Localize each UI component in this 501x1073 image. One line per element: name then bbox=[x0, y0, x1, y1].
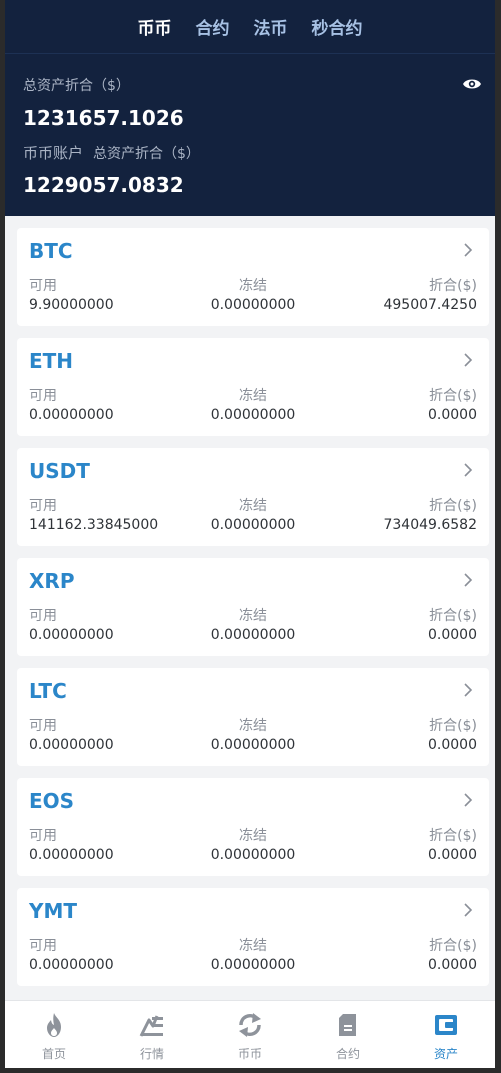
nav-item-exchange[interactable]: 币币 bbox=[201, 1001, 299, 1068]
converted-label: 折合($) bbox=[429, 388, 477, 404]
converted-label: 折合($) bbox=[429, 828, 477, 844]
converted-value: 734049.6582 bbox=[383, 517, 477, 533]
nav-item-contract[interactable]: 合约 bbox=[299, 1001, 397, 1068]
nav-item-assets[interactable]: 资产 bbox=[397, 1001, 495, 1068]
asset-card-ymt[interactable]: YMT 可用 冻结 折合($) 0.00000000 0.00000000 0.… bbox=[17, 888, 489, 986]
contract-icon bbox=[339, 1014, 356, 1036]
coin-name: LTC bbox=[29, 679, 67, 703]
chevron-right-icon bbox=[464, 573, 473, 587]
converted-label: 折合($) bbox=[429, 938, 477, 954]
coin-name: ETH bbox=[29, 349, 74, 373]
frozen-label: 冻结 bbox=[239, 608, 267, 624]
account-total-value: 1229057.0832 bbox=[23, 173, 184, 197]
frozen-value: 0.00000000 bbox=[210, 407, 296, 423]
chevron-right-icon bbox=[464, 243, 473, 257]
frozen-label: 冻结 bbox=[239, 388, 267, 404]
nav-label-market: 行情 bbox=[139, 1047, 164, 1061]
nav-item-market[interactable]: 行情 bbox=[103, 1001, 201, 1068]
wallet-icon bbox=[435, 1015, 457, 1035]
asset-card-eos[interactable]: EOS 可用 冻结 折合($) 0.00000000 0.00000000 0.… bbox=[17, 778, 489, 876]
converted-value: 0.0000 bbox=[428, 627, 477, 643]
tab-fiat[interactable]: 法币 bbox=[254, 14, 288, 39]
tab-spot[interactable]: 币币 bbox=[138, 14, 172, 39]
asset-card-btc[interactable]: BTC 可用 冻结 折合($) 9.90000000 0.00000000 49… bbox=[17, 228, 489, 326]
nav-label-contract: 合约 bbox=[335, 1047, 360, 1061]
chevron-right-icon bbox=[464, 463, 473, 477]
fire-icon bbox=[47, 1013, 61, 1037]
bottom-nav: 首页 行情 币币 合约 资产 bbox=[5, 1000, 495, 1068]
chevron-right-icon bbox=[464, 903, 473, 917]
account-total-label: 总资产折合（$） bbox=[93, 146, 200, 162]
converted-value: 0.0000 bbox=[428, 957, 477, 973]
converted-label: 折合($) bbox=[429, 718, 477, 734]
converted-value: 0.0000 bbox=[428, 737, 477, 753]
eye-icon[interactable] bbox=[462, 76, 482, 92]
tab-contract[interactable]: 合约 bbox=[196, 14, 230, 39]
assets-header: 币币 合约 法币 秒合约 总资产折合（$） 1231657.1026 币币账户 … bbox=[5, 0, 495, 216]
frozen-value: 0.00000000 bbox=[210, 957, 296, 973]
coin-name: EOS bbox=[29, 789, 75, 813]
frozen-value: 0.00000000 bbox=[210, 847, 296, 863]
chevron-right-icon bbox=[464, 793, 473, 807]
converted-value: 495007.4250 bbox=[383, 297, 477, 313]
app-screen: 币币 合约 法币 秒合约 总资产折合（$） 1231657.1026 币币账户 … bbox=[5, 0, 495, 1068]
chevron-right-icon bbox=[464, 353, 473, 367]
nav-label-home: 首页 bbox=[41, 1047, 66, 1061]
tab-seconds-contract[interactable]: 秒合约 bbox=[312, 14, 363, 39]
coin-name: USDT bbox=[29, 459, 90, 483]
converted-value: 0.0000 bbox=[428, 407, 477, 423]
account-name: 币币账户 bbox=[23, 144, 84, 162]
top-tabs: 币币 合约 法币 秒合约 bbox=[5, 0, 495, 54]
total-assets-value: 1231657.1026 bbox=[23, 106, 184, 130]
frozen-label: 冻结 bbox=[239, 938, 267, 954]
frozen-label: 冻结 bbox=[239, 718, 267, 734]
coin-name: XRP bbox=[29, 569, 75, 593]
asset-card-usdt[interactable]: USDT 可用 冻结 折合($) 141162.33845000 0.00000… bbox=[17, 448, 489, 546]
account-row: 币币账户 总资产折合（$） bbox=[23, 142, 200, 163]
frozen-label: 冻结 bbox=[239, 278, 267, 294]
converted-value: 0.0000 bbox=[428, 847, 477, 863]
frozen-label: 冻结 bbox=[239, 828, 267, 844]
nav-label-assets: 资产 bbox=[433, 1047, 458, 1061]
frozen-value: 0.00000000 bbox=[210, 627, 296, 643]
total-assets-label: 总资产折合（$） bbox=[23, 78, 130, 94]
converted-label: 折合($) bbox=[429, 278, 477, 294]
exchange-icon bbox=[239, 1013, 261, 1037]
coin-name: BTC bbox=[29, 239, 73, 263]
converted-label: 折合($) bbox=[429, 608, 477, 624]
nav-item-home[interactable]: 首页 bbox=[5, 1001, 103, 1068]
chevron-right-icon bbox=[464, 683, 473, 697]
coin-name: YMT bbox=[29, 899, 78, 923]
asset-card-xrp[interactable]: XRP 可用 冻结 折合($) 0.00000000 0.00000000 0.… bbox=[17, 558, 489, 656]
frozen-label: 冻结 bbox=[239, 498, 267, 514]
nav-label-exchange: 币币 bbox=[237, 1047, 262, 1061]
converted-label: 折合($) bbox=[429, 498, 477, 514]
asset-card-ltc[interactable]: LTC 可用 冻结 折合($) 0.00000000 0.00000000 0.… bbox=[17, 668, 489, 766]
asset-list: BTC 可用 冻结 折合($) 9.90000000 0.00000000 49… bbox=[17, 228, 489, 998]
asset-card-eth[interactable]: ETH 可用 冻结 折合($) 0.00000000 0.00000000 0.… bbox=[17, 338, 489, 436]
frozen-value: 0.00000000 bbox=[210, 737, 296, 753]
market-icon bbox=[139, 1015, 163, 1037]
